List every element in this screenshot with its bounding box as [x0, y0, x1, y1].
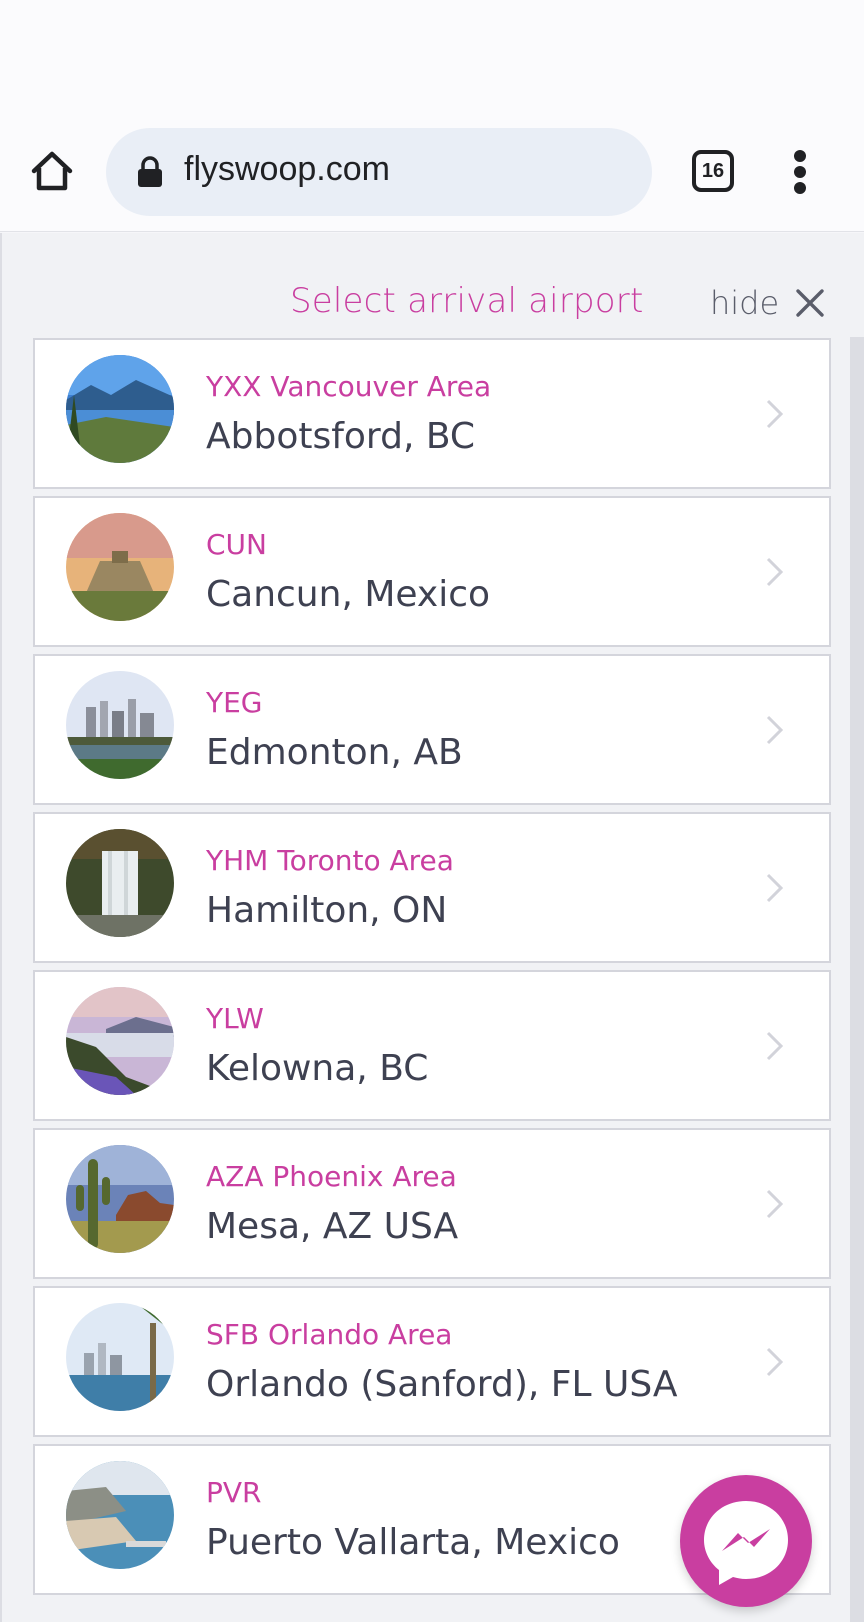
airport-code: CUN: [206, 528, 267, 561]
airport-row-sfb[interactable]: SFB Orlando Area Orlando (Sanford), FL U…: [33, 1286, 831, 1437]
airport-code: PVR: [206, 1476, 262, 1509]
messenger-icon: [704, 1501, 788, 1585]
hamilton-waterfall-image: [66, 829, 174, 937]
chevron-right-icon: [766, 715, 784, 745]
phoenix-cactus-image: [66, 1145, 174, 1253]
airport-city: Kelowna, BC: [206, 1048, 429, 1089]
airport-city: Abbotsford, BC: [206, 416, 476, 457]
cancun-pyramid-image: [66, 513, 174, 621]
more-menu-icon[interactable]: [788, 148, 812, 196]
browser-toolbar: flyswoop.com 16: [0, 120, 864, 232]
chevron-right-icon: [766, 557, 784, 587]
airport-city: Mesa, AZ USA: [206, 1206, 459, 1247]
airport-city: Edmonton, AB: [206, 732, 463, 773]
airport-code: SFB Orlando Area: [206, 1318, 453, 1351]
chevron-right-icon: [766, 1031, 784, 1061]
status-bar-area: [0, 0, 864, 120]
lock-icon: [136, 156, 164, 188]
chevron-right-icon: [766, 399, 784, 429]
home-icon[interactable]: [28, 147, 76, 195]
airport-row-cun[interactable]: CUN Cancun, Mexico: [33, 496, 831, 647]
airport-code: YHM Toronto Area: [206, 844, 454, 877]
hide-button[interactable]: hide: [710, 283, 825, 323]
airport-row-yxx[interactable]: YXX Vancouver Area Abbotsford, BC: [33, 338, 831, 489]
chevron-right-icon: [766, 1189, 784, 1219]
airport-city: Orlando (Sanford), FL USA: [206, 1364, 678, 1405]
chevron-right-icon: [766, 873, 784, 903]
airport-code: YEG: [206, 686, 263, 719]
airport-code: YLW: [206, 1002, 264, 1035]
url-text: flyswoop.com: [184, 150, 390, 188]
airport-city: Cancun, Mexico: [206, 574, 491, 615]
hide-label: hide: [710, 284, 780, 322]
airport-row-yhm[interactable]: YHM Toronto Area Hamilton, ON: [33, 812, 831, 963]
airport-code: AZA Phoenix Area: [206, 1160, 457, 1193]
airport-row-yeg[interactable]: YEG Edmonton, AB: [33, 654, 831, 805]
kelowna-lake-image: [66, 987, 174, 1095]
airport-city: Hamilton, ON: [206, 890, 448, 931]
sheet-title: Select arrival airport: [290, 281, 644, 321]
airport-code: YXX Vancouver Area: [206, 370, 492, 403]
chevron-right-icon: [766, 1347, 784, 1377]
airport-row-aza[interactable]: AZA Phoenix Area Mesa, AZ USA: [33, 1128, 831, 1279]
tab-switcher-button[interactable]: 16: [692, 150, 734, 192]
airport-city: Puerto Vallarta, Mexico: [206, 1522, 620, 1563]
edmonton-skyline-image: [66, 671, 174, 779]
orlando-lake-image: [66, 1303, 174, 1411]
vancouver-landscape-image: [66, 355, 174, 463]
scrollbar[interactable]: [850, 337, 864, 1622]
airport-row-ylw[interactable]: YLW Kelowna, BC: [33, 970, 831, 1121]
messenger-chat-button[interactable]: [680, 1475, 812, 1607]
close-icon: [796, 289, 824, 317]
puerto-vallarta-beach-image: [66, 1461, 174, 1569]
address-bar[interactable]: flyswoop.com: [106, 128, 652, 216]
